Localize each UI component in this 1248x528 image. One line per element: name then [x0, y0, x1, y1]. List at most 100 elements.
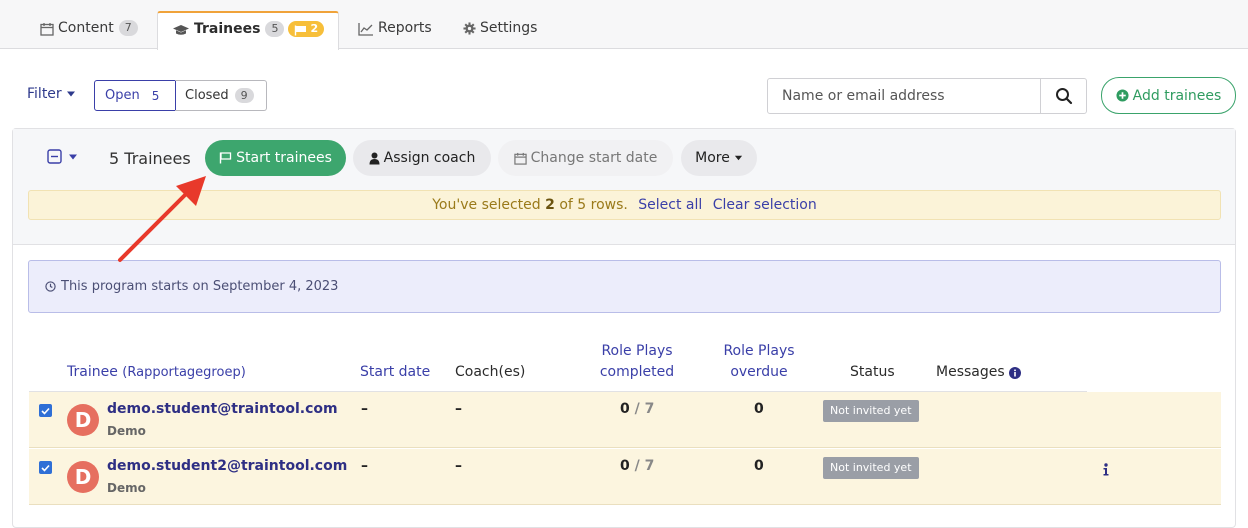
- trainee-email-link[interactable]: demo.student@traintool.com: [107, 401, 338, 417]
- caret-down-icon: [734, 155, 742, 161]
- table-row[interactable]: D demo.student2@traintool.com Demo – – 0…: [29, 449, 1221, 505]
- check-icon: [41, 464, 50, 472]
- coach-cell: –: [455, 458, 462, 474]
- trainee-group-header-label: (Rapportagegroep): [122, 365, 246, 380]
- assign-coach-button[interactable]: Assign coach: [353, 140, 491, 176]
- start-trainees-button[interactable]: Start trainees: [205, 140, 346, 176]
- row-checkbox[interactable]: [39, 404, 52, 417]
- total-value: 7: [644, 458, 655, 474]
- gear-icon: [463, 22, 476, 35]
- program-start-notice: This program starts on September 4, 2023: [28, 260, 1221, 313]
- change-start-date-label: Change start date: [530, 150, 658, 166]
- messages-header-label: Messages: [936, 364, 1005, 380]
- trainee-column-header[interactable]: Trainee (Rapportagegroep): [67, 362, 246, 383]
- rp-completed-line1: Role Plays: [601, 343, 673, 359]
- rp-completed-column-header[interactable]: Role Plays completed: [589, 341, 685, 383]
- change-start-date-button[interactable]: Change start date: [498, 140, 673, 176]
- coaches-column-header: Coach(es): [455, 364, 526, 380]
- trainee-email-link[interactable]: demo.student2@traintool.com: [107, 458, 347, 474]
- trainee-group: Demo: [107, 481, 146, 495]
- more-dropdown-button[interactable]: More: [681, 140, 757, 176]
- rp-overdue-line2: overdue: [730, 364, 788, 380]
- completed-value: 0: [620, 401, 630, 417]
- tab-reports[interactable]: Reports: [358, 12, 432, 49]
- tab-label: Settings: [480, 20, 538, 36]
- open-count: 5: [151, 88, 160, 103]
- closed-count: 9: [234, 88, 254, 103]
- trainee-count: 5 Trainees: [109, 149, 191, 168]
- start-date-cell: –: [361, 401, 368, 417]
- caret-down-icon: [66, 91, 75, 97]
- completed-value: 0: [620, 458, 630, 474]
- filter-label: Filter: [27, 86, 62, 102]
- status-column-header: Status: [850, 364, 895, 380]
- check-icon: [41, 407, 50, 415]
- add-trainees-label: Add trainees: [1132, 87, 1222, 104]
- filter-dropdown[interactable]: Filter: [27, 86, 76, 102]
- flag-icon: [295, 25, 307, 35]
- start-trainees-label: Start trainees: [236, 150, 332, 166]
- select-all-link[interactable]: Select all: [638, 197, 702, 213]
- rp-overdue-column-header[interactable]: Role Plays overdue: [713, 341, 805, 383]
- selection-prefix: You've selected: [432, 197, 541, 213]
- more-label: More: [695, 150, 730, 166]
- flag-badge: 2: [288, 21, 325, 37]
- status-badge: Not invited yet: [823, 400, 919, 422]
- start-date-column-header[interactable]: Start date: [360, 362, 430, 383]
- search-input[interactable]: [768, 79, 1040, 113]
- avatar: D: [67, 404, 99, 436]
- trainee-header-label: Trainee: [67, 364, 118, 380]
- clear-selection-link[interactable]: Clear selection: [713, 197, 817, 213]
- tab-count: 7: [118, 20, 138, 36]
- calendar-icon: [513, 152, 527, 165]
- overdue-cell: 0: [754, 401, 764, 417]
- add-trainees-button[interactable]: Add trainees: [1101, 77, 1236, 114]
- info-icon[interactable]: [1103, 463, 1109, 476]
- info-circle-icon[interactable]: [1008, 366, 1021, 379]
- messages-column-header: Messages: [936, 362, 1021, 383]
- notice-text: This program starts on September 4, 2023: [61, 279, 339, 294]
- clock-icon: [45, 281, 56, 292]
- avatar: D: [67, 461, 99, 493]
- caret-down-icon: [69, 154, 77, 159]
- search-box: [767, 78, 1087, 114]
- closed-filter-button[interactable]: Closed 9: [175, 80, 267, 111]
- search-icon: [1055, 88, 1072, 105]
- tab-bar: Content 7 Trainees 5 2 Reports Settings: [0, 0, 1248, 50]
- tab-settings[interactable]: Settings: [463, 12, 537, 49]
- flag-count: 2: [310, 22, 319, 35]
- annotation-arrow-icon: [118, 176, 206, 262]
- plus-circle-icon: [1116, 89, 1129, 102]
- assign-coach-label: Assign coach: [383, 150, 476, 166]
- completed-cell: 0 / 7: [620, 401, 655, 417]
- completed-cell: 0 / 7: [620, 458, 655, 474]
- tab-content[interactable]: Content 7: [40, 12, 138, 49]
- graduation-cap-icon: [173, 25, 189, 35]
- trainee-group: Demo: [107, 424, 146, 438]
- total-value: 7: [644, 401, 655, 417]
- line-chart-icon: [358, 23, 373, 36]
- calendar-icon: [40, 23, 54, 36]
- tab-label: Content: [58, 20, 114, 36]
- status-badge: Not invited yet: [823, 457, 919, 479]
- table-row[interactable]: D demo.student@traintool.com Demo – – 0 …: [29, 392, 1221, 448]
- selection-suffix: of 5 rows.: [559, 197, 628, 213]
- flag-icon: [219, 152, 232, 164]
- closed-label: Closed: [185, 88, 229, 103]
- tab-trainees[interactable]: Trainees 5 2: [157, 11, 340, 50]
- overdue-cell: 0: [754, 458, 764, 474]
- coach-cell: –: [455, 401, 462, 417]
- tab-count: 5: [265, 21, 285, 37]
- rp-completed-line2: completed: [599, 364, 675, 380]
- open-filter-button[interactable]: Open 5: [94, 80, 176, 111]
- user-icon: [369, 152, 380, 164]
- tab-label: Trainees: [194, 21, 261, 37]
- select-menu-toggle[interactable]: [47, 149, 78, 164]
- tab-label: Reports: [378, 20, 432, 36]
- rp-overdue-line1: Role Plays: [723, 343, 795, 359]
- search-button[interactable]: [1040, 79, 1086, 113]
- start-date-cell: –: [361, 458, 368, 474]
- row-checkbox[interactable]: [39, 461, 52, 474]
- minus-square-icon: [47, 149, 62, 164]
- selected-count: 2: [545, 197, 555, 213]
